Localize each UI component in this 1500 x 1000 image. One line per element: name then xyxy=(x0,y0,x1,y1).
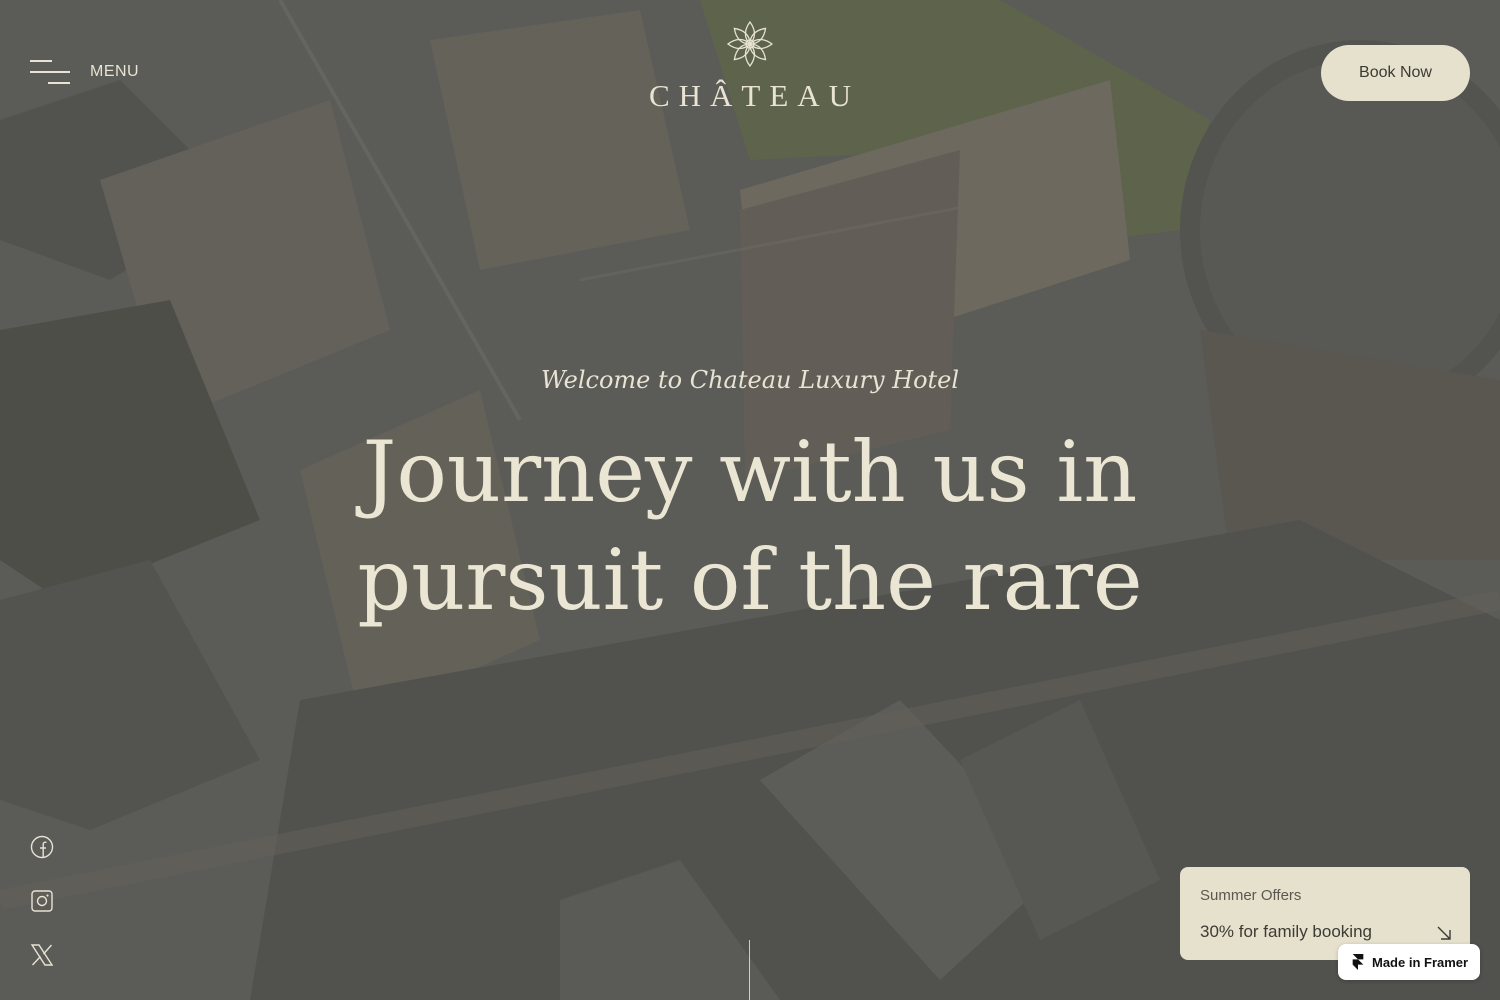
hero-title: Journey with us in pursuit of the rare xyxy=(0,418,1500,634)
offer-text: 30% for family booking xyxy=(1200,922,1372,941)
instagram-icon xyxy=(31,890,53,912)
menu-label: MENU xyxy=(90,63,140,80)
facebook-icon xyxy=(30,835,54,859)
made-in-framer-badge[interactable]: Made in Framer xyxy=(1338,944,1480,980)
facebook-link[interactable] xyxy=(30,835,54,859)
book-now-button[interactable]: Book Now xyxy=(1321,45,1470,101)
instagram-link[interactable] xyxy=(30,889,54,913)
hero-title-line-1: Journey with us in xyxy=(362,423,1138,521)
x-twitter-link[interactable] xyxy=(30,943,54,967)
x-twitter-icon xyxy=(30,944,54,966)
scroll-indicator-line xyxy=(749,940,750,1000)
menu-button[interactable]: MENU xyxy=(30,58,139,86)
arrow-down-right-icon xyxy=(1437,926,1451,940)
framer-logo-icon xyxy=(1352,954,1364,970)
site-logo[interactable]: CHÂTEAU xyxy=(640,18,860,114)
social-links xyxy=(30,835,54,967)
offer-label: Summer Offers xyxy=(1200,887,1302,904)
hero-title-line-2: pursuit of the rare xyxy=(357,531,1143,629)
badge-label: Made in Framer xyxy=(1372,954,1469,970)
hamburger-icon xyxy=(30,58,70,86)
lotus-flower-icon xyxy=(726,20,774,68)
hero-subtitle: Welcome to Chateau Luxury Hotel xyxy=(540,366,960,394)
logo-wordmark: CHÂTEAU xyxy=(648,78,861,113)
